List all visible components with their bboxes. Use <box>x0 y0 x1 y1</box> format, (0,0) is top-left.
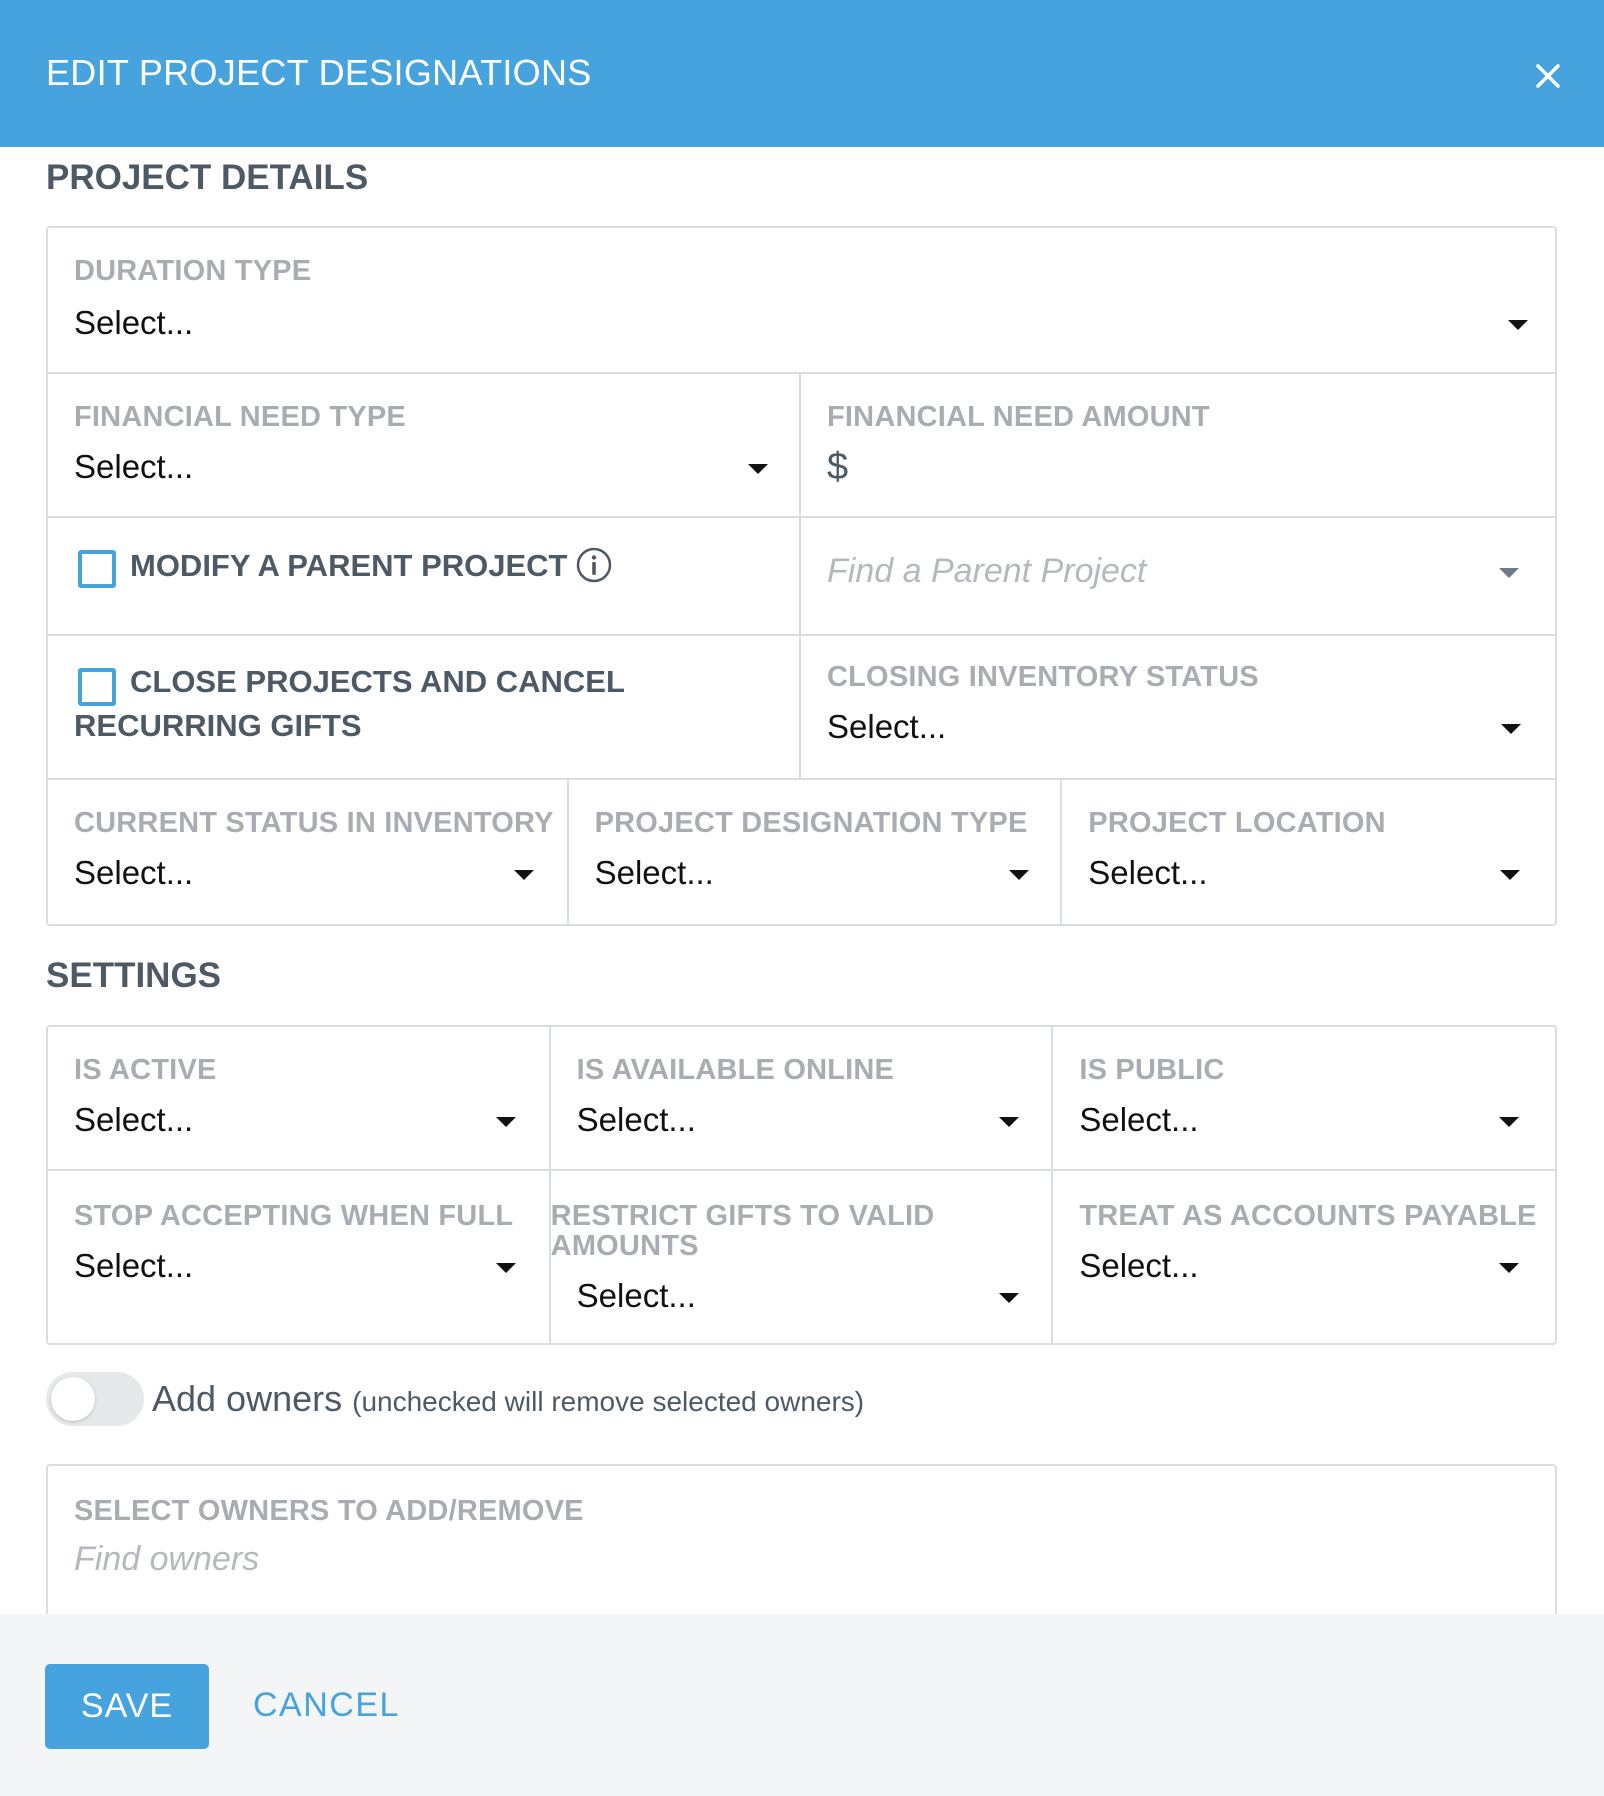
is-active-select[interactable]: IS ACTIVE Select... <box>48 1027 551 1169</box>
parent-project-placeholder: Find a Parent Project <box>827 552 1147 590</box>
project-details-heading: PROJECT DETAILS <box>46 158 369 197</box>
modal-title: EDIT PROJECT DESIGNATIONS <box>46 52 592 93</box>
is-available-online-value: Select... <box>576 1101 696 1138</box>
closing-inventory-status-select[interactable]: CLOSING INVENTORY STATUS Select... <box>801 636 1555 778</box>
modify-parent-option: MODIFY A PARENT PROJECT <box>48 518 801 634</box>
current-status-label: CURRENT STATUS IN INVENTORY <box>74 807 554 839</box>
info-icon[interactable] <box>575 546 613 584</box>
save-button[interactable]: SAVE <box>45 1664 209 1749</box>
restrict-gifts-label: RESTRICT GIFTS TO VALID AMOUNTS <box>550 1200 935 1262</box>
restrict-gifts-select[interactable]: RESTRICT GIFTS TO VALID AMOUNTS Select..… <box>551 1171 1054 1343</box>
closing-inventory-status-label: CLOSING INVENTORY STATUS <box>827 661 1259 693</box>
close-projects-label: CLOSE PROJECTS AND CANCEL RECURRING GIFT… <box>74 664 625 743</box>
treat-as-payable-value: Select... <box>1079 1247 1199 1284</box>
close-icon <box>1536 64 1560 88</box>
close-button[interactable] <box>1524 52 1572 100</box>
financial-need-type-value: Select... <box>74 448 194 485</box>
modify-parent-label-text: MODIFY A PARENT PROJECT <box>130 548 568 583</box>
stop-accepting-select[interactable]: STOP ACCEPTING WHEN FULL Select... <box>48 1171 551 1343</box>
chevron-down-icon <box>1508 320 1528 330</box>
stop-accepting-value: Select... <box>74 1247 194 1284</box>
chevron-down-icon <box>1499 1263 1520 1273</box>
current-status-select[interactable]: CURRENT STATUS IN INVENTORY Select... <box>48 780 569 924</box>
is-active-value: Select... <box>74 1101 194 1138</box>
settings-grid: IS ACTIVE Select... IS AVAILABLE ONLINE … <box>46 1025 1557 1345</box>
stop-accepting-label: STOP ACCEPTING WHEN FULL <box>74 1200 514 1232</box>
is-public-select[interactable]: IS PUBLIC Select... <box>1053 1027 1555 1169</box>
is-public-value: Select... <box>1079 1101 1199 1138</box>
project-location-select[interactable]: PROJECT LOCATION Select... <box>1062 780 1555 924</box>
add-owners-label: Add owners (unchecked will remove select… <box>152 1378 864 1420</box>
designation-type-select[interactable]: PROJECT DESIGNATION TYPE Select... <box>569 780 1063 924</box>
chevron-down-icon <box>514 870 534 880</box>
is-available-online-label: IS AVAILABLE ONLINE <box>576 1054 895 1086</box>
chevron-down-icon <box>496 1263 516 1273</box>
financial-need-amount-field[interactable]: FINANCIAL NEED AMOUNT $ <box>801 374 1555 516</box>
current-status-value: Select... <box>74 854 194 891</box>
owners-select-label: SELECT OWNERS TO ADD/REMOVE <box>74 1495 584 1527</box>
add-owners-note: (unchecked will remove selected owners) <box>352 1386 865 1417</box>
owners-placeholder: Find owners <box>74 1540 260 1578</box>
modify-parent-checkbox[interactable] <box>78 550 116 588</box>
duration-type-label: DURATION TYPE <box>74 255 312 287</box>
add-owners-toggle[interactable] <box>46 1372 144 1426</box>
owners-select[interactable]: SELECT OWNERS TO ADD/REMOVE Find owners <box>46 1464 1557 1634</box>
cancel-button[interactable]: CANCEL <box>253 1686 400 1725</box>
currency-symbol: $ <box>827 446 849 488</box>
chevron-down-icon <box>1501 724 1521 734</box>
toggle-knob <box>51 1377 95 1421</box>
financial-need-type-select[interactable]: FINANCIAL NEED TYPE Select... <box>48 374 801 516</box>
modify-parent-label: MODIFY A PARENT PROJECT <box>130 544 613 588</box>
treat-as-payable-select[interactable]: TREAT AS ACCOUNTS PAYABLE Select... <box>1053 1171 1555 1343</box>
financial-need-amount-label: FINANCIAL NEED AMOUNT <box>827 401 1210 433</box>
chevron-down-icon <box>1499 1117 1520 1127</box>
project-location-label: PROJECT LOCATION <box>1088 807 1386 839</box>
financial-need-type-label: FINANCIAL NEED TYPE <box>74 401 406 433</box>
project-details-grid: DURATION TYPE Select... FINANCIAL NEED T… <box>46 226 1557 926</box>
chevron-down-icon <box>748 464 768 474</box>
chevron-down-icon <box>496 1117 516 1127</box>
chevron-down-icon <box>998 1117 1019 1127</box>
parent-project-search[interactable]: Find a Parent Project <box>801 518 1555 634</box>
add-owners-label-text: Add owners <box>152 1378 343 1419</box>
is-active-label: IS ACTIVE <box>74 1054 217 1086</box>
modal-footer <box>0 1614 1604 1796</box>
treat-as-payable-label: TREAT AS ACCOUNTS PAYABLE <box>1079 1200 1537 1232</box>
duration-type-value: Select... <box>74 304 194 341</box>
designation-type-value: Select... <box>594 854 714 891</box>
project-location-value: Select... <box>1088 854 1208 891</box>
chevron-down-icon <box>1499 568 1519 578</box>
duration-type-select[interactable]: DURATION TYPE Select... <box>48 228 1555 372</box>
settings-heading: SETTINGS <box>46 956 222 995</box>
modal-header: EDIT PROJECT DESIGNATIONS <box>0 0 1604 147</box>
chevron-down-icon <box>1500 870 1521 880</box>
is-public-label: IS PUBLIC <box>1079 1054 1225 1086</box>
close-projects-option: CLOSE PROJECTS AND CANCEL RECURRING GIFT… <box>48 636 801 778</box>
designation-type-label: PROJECT DESIGNATION TYPE <box>594 807 1028 839</box>
chevron-down-icon <box>998 1293 1019 1303</box>
chevron-down-icon <box>1008 870 1029 880</box>
closing-inventory-status-value: Select... <box>827 708 947 745</box>
is-available-online-select[interactable]: IS AVAILABLE ONLINE Select... <box>551 1027 1054 1169</box>
restrict-gifts-value: Select... <box>576 1277 696 1314</box>
